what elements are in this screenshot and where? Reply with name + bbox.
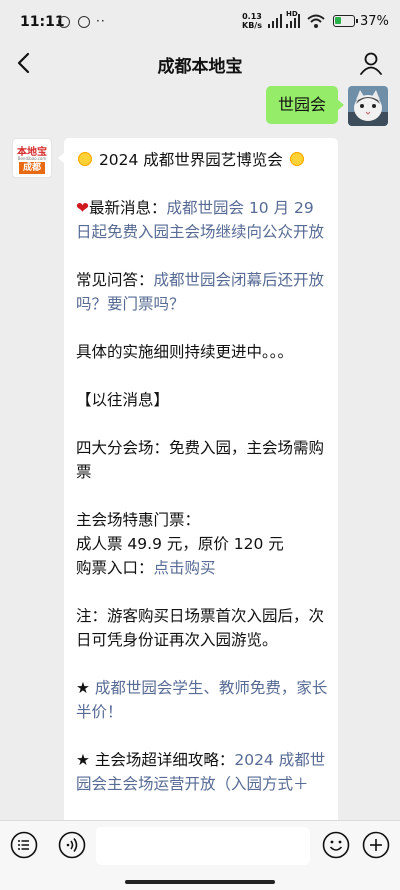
reply-title-line: 2024 成都世界园艺博览会 — [76, 148, 328, 172]
menu-list-icon[interactable] — [10, 831, 38, 859]
received-message-bubble: 2024 成都世界园艺博览会 ❤最新消息：成都世园会 10 月 29 日起免费入… — [64, 138, 338, 828]
faq: 常见问答：成都世园会闭幕后还开放吗？要门票吗？ — [76, 268, 328, 316]
profile-icon[interactable] — [358, 50, 384, 76]
buy-label: 购票入口： — [76, 559, 154, 577]
buy-entry: 购票入口：点击购买 — [76, 556, 328, 580]
detail-text: 具体的实施细则持续更进中。。。 — [76, 343, 294, 361]
sun-emoji-icon — [76, 150, 94, 168]
message-input[interactable] — [96, 827, 310, 865]
logo-city: 成都 — [19, 162, 45, 174]
past-news-header: 【以往消息】 — [76, 391, 170, 409]
battery-level — [335, 17, 341, 24]
cat-avatar-image — [348, 86, 388, 126]
emoji-icon[interactable] — [322, 831, 350, 859]
wifi-icon — [307, 14, 325, 28]
star-icon: ★ — [76, 751, 95, 769]
star-item: ★ 成都世园会学生、教师免费，家长半价！ — [76, 676, 328, 724]
adult-ticket-price: 成人票 49.9 元，原价 120 元 — [76, 535, 284, 553]
star-item: ★ 主会场超详细攻略：2024 成都世园会主会场运营开放（入园方式＋ — [76, 748, 328, 796]
user-avatar[interactable] — [348, 86, 388, 126]
battery-icon — [333, 15, 355, 27]
venues-text: 四大分会场：免费入园，主会场需购票 — [76, 439, 325, 481]
chat-header: 成都本地宝 — [0, 44, 400, 84]
discount-title: 主会场特惠门票： — [76, 511, 201, 529]
bot-avatar[interactable]: 本地宝 Bendibao.com 成都 — [12, 138, 52, 178]
note-text: 注：游客购买日场票首次入园后，次日可凭身份证再次入园游览。 — [76, 607, 325, 649]
buy-link[interactable]: 点击购买 — [154, 559, 216, 577]
student-offer-link[interactable]: 成都世园会学生、教师免费，家长半价！ — [76, 679, 327, 721]
heart-emoji-icon: ❤ — [76, 199, 89, 217]
status-bar: 11:11 ·· 0.13 KB/s HD 37% — [0, 0, 400, 44]
logo-domain: Bendibao.com — [17, 156, 47, 161]
add-icon[interactable] — [362, 831, 390, 859]
battery-percent: 37% — [360, 14, 389, 29]
voice-icon[interactable] — [58, 831, 86, 859]
faq-label: 常见问答： — [76, 271, 154, 289]
guide-label: 主会场超详细攻略： — [94, 751, 235, 769]
page-title: 成都本地宝 — [157, 57, 243, 77]
more-notifications-icon: ·· — [96, 14, 106, 28]
latest-label: 最新消息： — [89, 199, 167, 217]
reply-title: 2024 成都世界园艺博览会 — [98, 151, 283, 169]
battery-tip — [356, 19, 358, 23]
notification-icon — [78, 16, 90, 28]
sent-message-bubble[interactable]: 世园会 — [265, 86, 345, 124]
signal-icon-2 — [286, 14, 300, 28]
notification-icon — [58, 16, 70, 28]
network-speed: 0.13 KB/s — [242, 12, 262, 30]
sun-emoji-icon — [287, 150, 306, 168]
home-indicator[interactable] — [125, 880, 275, 884]
signal-icon — [268, 14, 282, 28]
latest-news: ❤最新消息：成都世园会 10 月 29 日起免费入园主会场继续向公众开放 — [76, 196, 328, 244]
star-icon: ★ — [76, 679, 95, 697]
